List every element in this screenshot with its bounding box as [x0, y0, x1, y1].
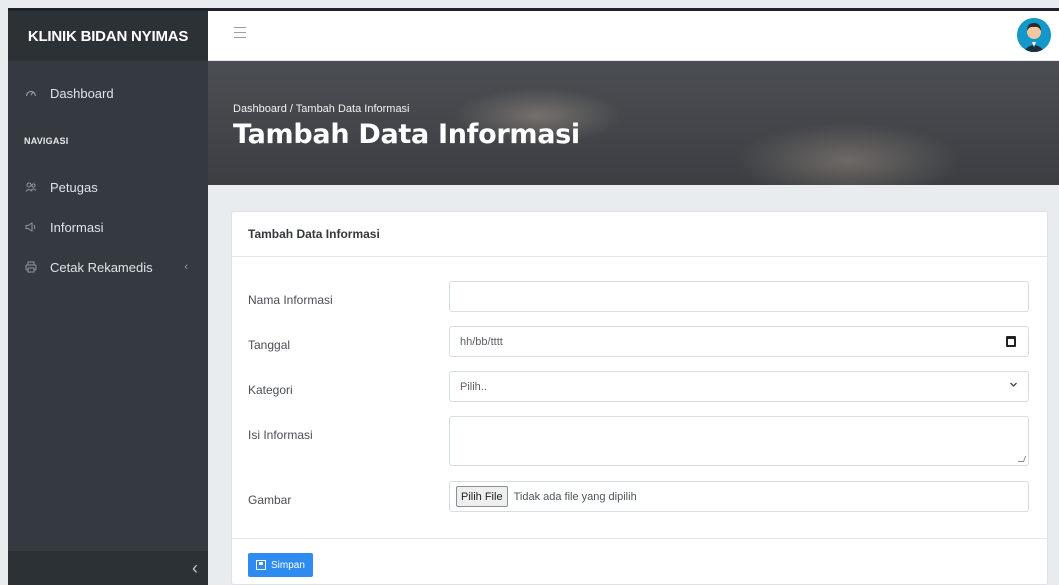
kategori-select[interactable]: Pilih.. — [449, 371, 1029, 402]
card-footer: Simpan — [232, 538, 1047, 584]
sidebar-item-informasi[interactable]: Informasi — [8, 209, 208, 245]
card-title: Tambah Data Informasi — [232, 212, 1047, 257]
sidebar-item-label: Cetak Rekamedis — [50, 259, 153, 275]
kategori-selected-value: Pilih.. — [460, 380, 487, 393]
isi-informasi-label: Isi Informasi — [248, 428, 313, 442]
brand-title[interactable]: KLINIK BIDAN NYIMAS — [8, 11, 208, 61]
kategori-label: Kategori — [248, 383, 293, 397]
resize-handle-icon[interactable] — [1017, 456, 1027, 462]
gambar-label: Gambar — [248, 493, 292, 507]
chevron-left-icon: ‹ — [184, 261, 188, 273]
sidebar-item-dashboard[interactable]: Dashboard — [8, 75, 208, 111]
chevron-left-icon: ‹ — [192, 557, 198, 578]
top-navbar — [208, 11, 1059, 61]
sidebar-item-label: Informasi — [50, 219, 104, 235]
sidebar-item-petugas[interactable]: Petugas — [8, 169, 208, 205]
users-icon — [24, 180, 38, 194]
page-header-banner: Dashboard / Tambah Data Informasi Tambah… — [208, 61, 1059, 185]
save-icon — [256, 560, 266, 570]
hamburger-icon[interactable] — [234, 27, 246, 40]
printer-icon — [24, 260, 38, 274]
calendar-icon[interactable] — [1006, 336, 1016, 347]
sidebar-collapse-button[interactable]: ‹ — [8, 551, 208, 585]
sidebar-item-cetak-rekamedis[interactable]: Cetak Rekamedis ‹ — [8, 249, 208, 285]
file-status-text: Tidak ada file yang dipilih — [513, 490, 637, 503]
sidebar-item-label: Petugas — [50, 179, 98, 195]
page-title: Tambah Data Informasi — [233, 119, 580, 150]
simpan-button[interactable]: Simpan — [248, 553, 313, 577]
tanggal-label: Tanggal — [248, 338, 291, 352]
form-card: Tambah Data Informasi Nama Informasi Tan… — [231, 211, 1048, 585]
gambar-file-input[interactable]: Pilih File Tidak ada file yang dipilih — [449, 481, 1029, 512]
megaphone-icon — [24, 220, 38, 234]
breadcrumb: Dashboard / Tambah Data Informasi — [233, 103, 410, 115]
user-avatar-icon[interactable] — [1017, 18, 1051, 52]
tanggal-value: hh/bb/tttt — [460, 335, 503, 348]
pilih-file-button[interactable]: Pilih File — [456, 486, 508, 507]
simpan-label: Simpan — [271, 559, 305, 571]
nav-section-header: NAVIGASI — [24, 136, 69, 146]
sidebar-item-label: Dashboard — [50, 85, 114, 101]
dashboard-icon — [24, 86, 38, 100]
sidebar: KLINIK BIDAN NYIMAS Dashboard NAVIGASI P… — [8, 11, 208, 585]
nama-informasi-input[interactable] — [449, 281, 1029, 312]
chevron-down-icon — [1009, 380, 1018, 392]
nama-informasi-label: Nama Informasi — [248, 293, 333, 307]
isi-informasi-textarea[interactable] — [449, 416, 1029, 466]
app-frame: KLINIK BIDAN NYIMAS Dashboard NAVIGASI P… — [8, 8, 1059, 585]
tanggal-date-input[interactable]: hh/bb/tttt — [449, 326, 1029, 357]
